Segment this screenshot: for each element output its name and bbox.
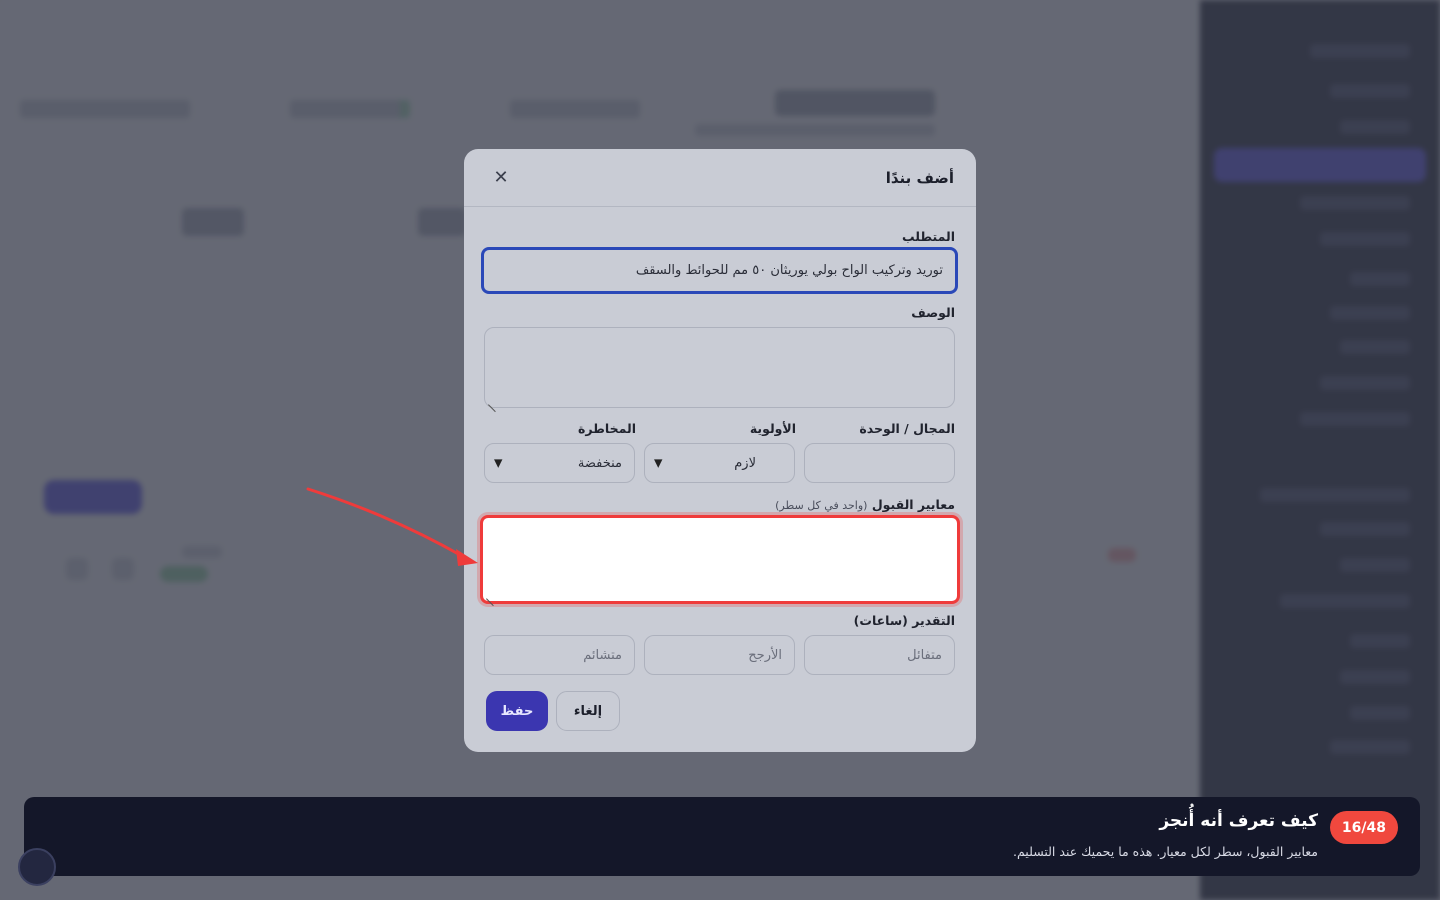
likely-placeholder: الأرجح — [748, 647, 782, 663]
tour-banner: 16/48 كيف تعرف أنه أُنجز معايير القبول، … — [24, 797, 1420, 876]
requirement-input[interactable]: توريد وتركيب الواح بولي يوريثان ٥٠ مم لل… — [481, 247, 958, 294]
acceptance-criteria-textarea[interactable] — [480, 515, 960, 604]
priority-select[interactable]: لازم ▼ — [644, 443, 795, 483]
risk-select[interactable]: منخفضة ▼ — [484, 443, 635, 483]
description-label: الوصف — [911, 305, 955, 320]
save-button[interactable]: حفظ — [486, 691, 548, 731]
priority-value: لازم — [734, 455, 756, 471]
acceptance-label: معايير القبول (واحد في كل سطر) — [775, 497, 955, 512]
risk-value: منخفضة — [577, 455, 622, 471]
estimate-label: التقدير (ساعات) — [853, 613, 955, 628]
pessimistic-estimate-input[interactable]: متشائم — [484, 635, 635, 675]
risk-label: المخاطرة — [578, 421, 636, 436]
dialog-header: أضف بندًا ✕ — [464, 149, 976, 207]
pessimistic-placeholder: متشائم — [583, 647, 622, 663]
requirement-value: توريد وتركيب الواح بولي يوريثان ٥٠ مم لل… — [635, 263, 943, 278]
cancel-button[interactable]: إلغاء — [556, 691, 620, 731]
domain-input[interactable] — [804, 443, 955, 483]
optimistic-placeholder: متفائل — [907, 647, 942, 663]
chevron-down-icon: ▼ — [494, 456, 503, 470]
priority-label: الأولوية — [749, 421, 796, 436]
description-textarea[interactable] — [484, 327, 955, 408]
acceptance-hint: (واحد في كل سطر) — [775, 499, 868, 512]
tour-title: كيف تعرف أنه أُنجز — [1159, 811, 1318, 831]
tour-step-badge: 16/48 — [1329, 811, 1398, 844]
resize-handle-icon[interactable] — [486, 591, 494, 599]
acceptance-label-text: معايير القبول — [871, 497, 955, 512]
chevron-down-icon: ▼ — [654, 456, 663, 470]
tour-text: معايير القبول، سطر لكل معيار. هذه ما يحم… — [1013, 844, 1318, 859]
dialog-title: أضف بندًا — [885, 168, 954, 187]
domain-label: المجال / الوحدة — [859, 421, 955, 436]
optimistic-estimate-input[interactable]: متفائل — [804, 635, 955, 675]
likely-estimate-input[interactable]: الأرجح — [644, 635, 795, 675]
requirement-label: المتطلب — [902, 229, 955, 244]
close-icon[interactable]: ✕ — [490, 167, 512, 189]
resize-handle-icon[interactable] — [488, 397, 496, 405]
add-item-dialog: أضف بندًا ✕ المتطلب توريد وتركيب الواح ب… — [464, 149, 976, 752]
help-avatar-icon[interactable] — [18, 848, 56, 886]
